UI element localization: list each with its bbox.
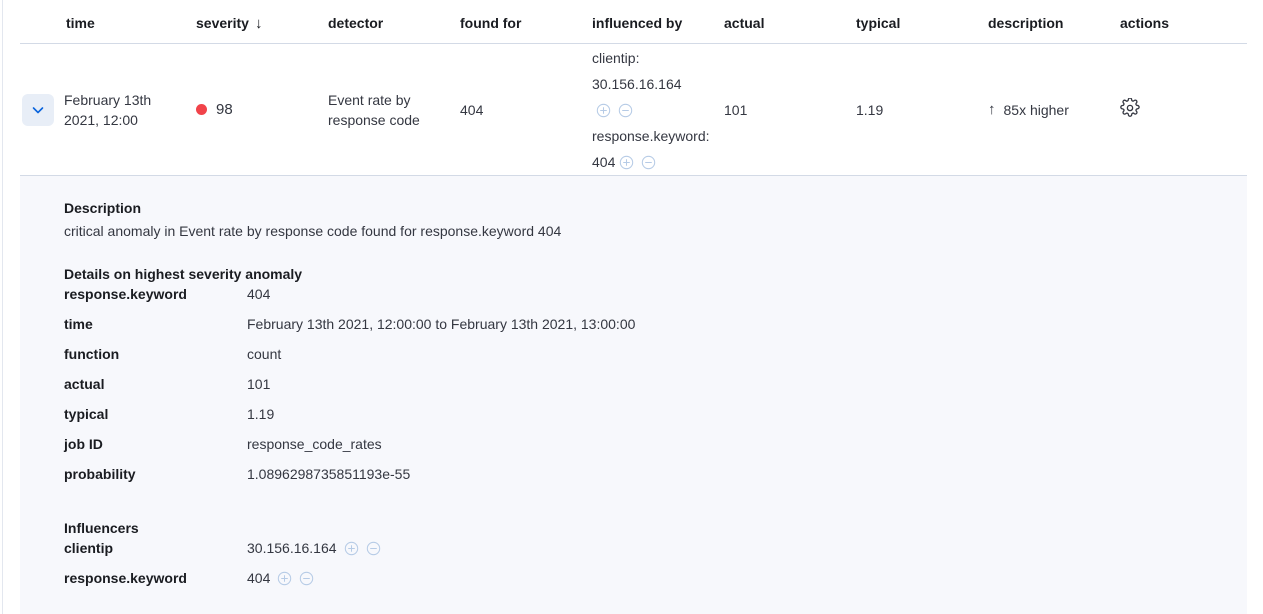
- influencers-heading: Influencers: [64, 520, 139, 536]
- plus-in-circle-icon[interactable]: [344, 541, 359, 556]
- arrow-up-icon: ↑: [988, 101, 996, 118]
- detail-value: count: [247, 346, 282, 362]
- column-header-time[interactable]: time: [64, 15, 196, 31]
- description-body: critical anomaly in Event rate by respon…: [64, 223, 562, 239]
- column-header-actual[interactable]: actual: [724, 15, 856, 31]
- influencer-row: response.keyword 404: [64, 570, 1247, 600]
- influencers-list: clientip 30.156.16.164 response.keyword …: [64, 540, 1247, 600]
- cell-time: February 13th 2021, 12:00: [64, 91, 152, 128]
- influencer-field-0: clientip:: [592, 49, 640, 66]
- details-heading: Details on highest severity anomaly: [64, 266, 303, 282]
- minus-in-circle-icon[interactable]: [366, 541, 381, 556]
- detail-row: time February 13th 2021, 12:00:00 to Feb…: [64, 316, 1247, 346]
- cell-influenced-by: clientip: 30.156.16.164 response.keyword…: [592, 45, 724, 175]
- influencer-value-0: 30.156.16.164: [592, 75, 682, 92]
- cell-severity: 98: [196, 100, 328, 120]
- detail-value: February 13th 2021, 12:00:00 to February…: [247, 316, 636, 332]
- cell-found-for: 404: [460, 101, 484, 118]
- cell-typical: 1.19: [856, 101, 884, 118]
- details-list: response.keyword 404 time February 13th …: [64, 286, 1247, 496]
- chevron-down-icon: [30, 102, 46, 118]
- column-header-detector[interactable]: detector: [328, 15, 460, 31]
- detail-value: 1.0896298735851193e-55: [247, 466, 411, 482]
- influencer-row: clientip 30.156.16.164: [64, 540, 1247, 570]
- detail-key: response.keyword: [64, 286, 187, 302]
- column-header-actions: actions: [1120, 15, 1170, 31]
- detail-value: response_code_rates: [247, 436, 382, 452]
- influencer-value: 404: [247, 570, 271, 586]
- detail-key: time: [64, 316, 93, 332]
- plus-in-circle-icon[interactable]: [619, 155, 634, 170]
- detail-key: typical: [64, 406, 109, 422]
- anomaly-detail-panel: Description critical anomaly in Event ra…: [20, 176, 1247, 614]
- detail-row: actual 101: [64, 376, 1247, 406]
- expand-cell: [20, 93, 64, 126]
- minus-in-circle-icon[interactable]: [618, 103, 633, 118]
- detail-key: probability: [64, 466, 136, 482]
- sort-descending-arrow-icon[interactable]: ↓: [255, 15, 263, 32]
- cell-description: ↑ 85x higher: [988, 100, 1120, 120]
- influencer-entry-1: response.keyword: 404: [592, 123, 714, 175]
- detail-key: function: [64, 346, 120, 362]
- expand-row-button[interactable]: [22, 93, 54, 126]
- influencer-field-1: response.keyword:: [592, 127, 710, 144]
- detail-key: job ID: [64, 436, 103, 452]
- detail-key: actual: [64, 376, 105, 392]
- detail-value: 101: [247, 376, 271, 392]
- detail-value: 404: [247, 286, 271, 302]
- cell-actions: [1120, 97, 1230, 121]
- column-header-severity-label: severity: [196, 15, 249, 31]
- column-header-typical[interactable]: typical: [856, 15, 988, 31]
- plus-in-circle-icon[interactable]: [277, 571, 292, 586]
- severity-score: 98: [216, 100, 233, 118]
- table-header-row: time severity ↓ detector found for influe…: [20, 0, 1247, 44]
- detail-value: 1.19: [247, 406, 275, 422]
- detail-row: probability 1.0896298735851193e-55: [64, 466, 1247, 496]
- minus-in-circle-icon[interactable]: [641, 155, 656, 170]
- anomalies-table: time severity ↓ detector found for influe…: [20, 0, 1247, 614]
- influencer-key: clientip: [64, 540, 114, 556]
- anomalies-table-page: time severity ↓ detector found for influe…: [0, 0, 1263, 614]
- influencer-key: response.keyword: [64, 570, 187, 586]
- influencer-value-wrap: 404: [247, 570, 314, 586]
- column-header-severity[interactable]: severity ↓: [196, 15, 328, 32]
- row-actions-button[interactable]: [1120, 97, 1140, 121]
- detail-row: response.keyword 404: [64, 286, 1247, 316]
- column-header-found-for[interactable]: found for: [460, 15, 592, 31]
- description-heading: Description: [64, 200, 142, 216]
- severity-indicator-dot-icon: [196, 104, 207, 115]
- influencer-value: 30.156.16.164: [247, 540, 337, 556]
- minus-in-circle-icon[interactable]: [299, 571, 314, 586]
- table-row: February 13th 2021, 12:00 98 Event rate …: [20, 44, 1247, 176]
- detail-row: job ID response_code_rates: [64, 436, 1247, 466]
- cell-detector: Event rate by response code: [328, 91, 420, 128]
- page-left-rule: [2, 0, 3, 614]
- detail-row: function count: [64, 346, 1247, 376]
- column-header-description[interactable]: description: [988, 15, 1120, 31]
- column-header-influenced-by[interactable]: influenced by: [592, 15, 724, 31]
- influencer-value-wrap: 30.156.16.164: [247, 540, 381, 556]
- influencer-value-1: 404: [592, 153, 616, 170]
- cell-actual: 101: [724, 101, 748, 118]
- gear-icon: [1120, 97, 1140, 121]
- detail-row: typical 1.19: [64, 406, 1247, 436]
- plus-in-circle-icon[interactable]: [596, 103, 611, 118]
- description-text: 85x higher: [1003, 101, 1069, 118]
